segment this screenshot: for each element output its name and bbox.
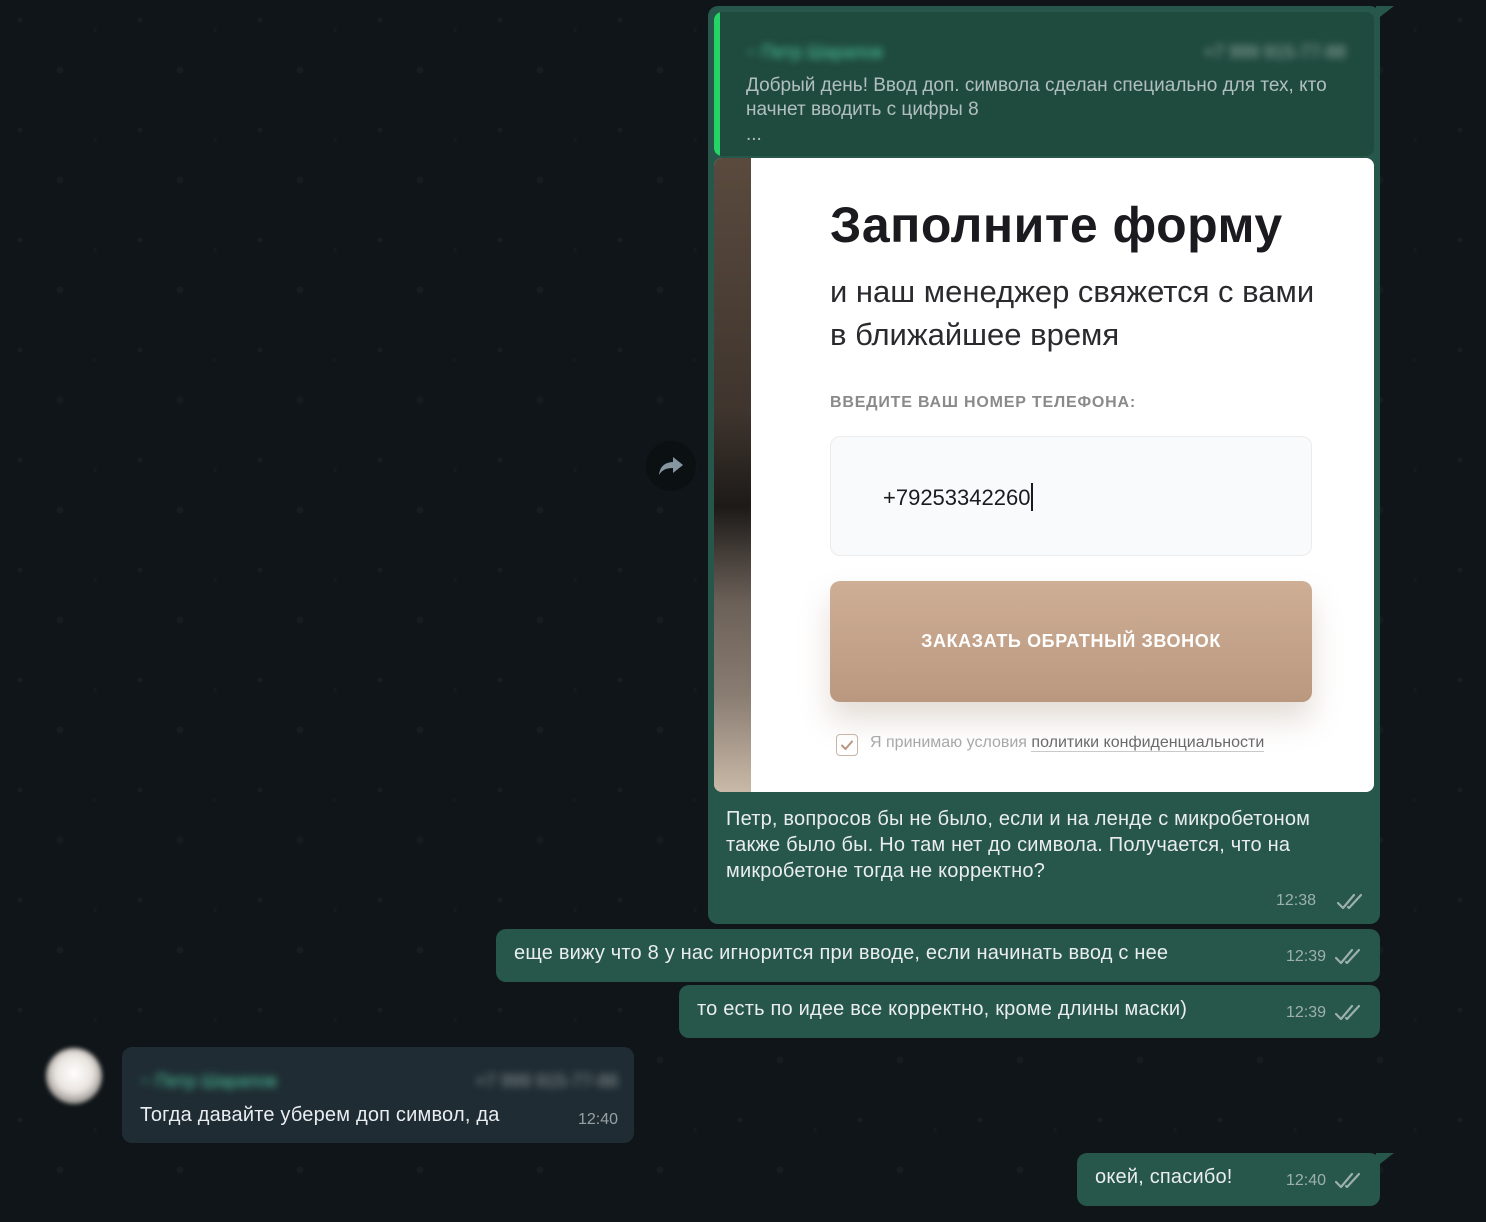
quote-ellipsis: ... <box>746 124 762 145</box>
message-time: 12:38 <box>1275 892 1316 909</box>
message-time: 12:39 <box>1285 948 1326 965</box>
outgoing-message[interactable]: то есть по идее все корректно, кроме дли… <box>679 985 1380 1038</box>
double-check-icon <box>1334 947 1364 967</box>
text-caret <box>1031 483 1034 511</box>
form-title: Заполните форму <box>830 197 1283 253</box>
sender-name[interactable]: ~ Петр Шарапов <box>140 1071 277 1092</box>
quote-accent-bar <box>714 12 720 156</box>
message-text: Тогда давайте уберем доп символ, да <box>140 1104 500 1126</box>
avatar[interactable] <box>46 1048 102 1104</box>
phone-input-value-wrap: +79253342260 <box>883 483 1034 511</box>
message-text: еще вижу что 8 у нас игнорится при вводе… <box>514 942 1169 964</box>
quote-text: Добрый день! Ввод доп. символа сделан сп… <box>746 75 1327 120</box>
phone-input-value: +79253342260 <box>883 485 1031 510</box>
image-photo-strip <box>714 158 751 792</box>
sender-phone: +7 999 915-77-88 <box>475 1071 618 1091</box>
consent-checkbox <box>836 734 858 756</box>
phone-label: ВВЕДИТЕ ВАШ НОМЕР ТЕЛЕФОНА: <box>830 394 1137 411</box>
message-time: 12:40 <box>577 1111 618 1128</box>
forward-arrow-icon <box>659 457 683 475</box>
phone-input: +79253342260 <box>830 436 1312 556</box>
outgoing-message-with-image[interactable]: ~ Петр Шарапов +7 999 915-77-88 Добрый д… <box>708 6 1394 924</box>
double-check-icon <box>1336 892 1366 912</box>
message-text: Петр, вопросов бы не было, если и на лен… <box>726 808 1311 882</box>
consent-text: Я принимаю условия <box>870 734 1027 751</box>
privacy-policy-link: политики конфиденциальности <box>1031 734 1265 752</box>
double-check-icon <box>1334 1003 1364 1023</box>
outgoing-message[interactable]: окей, спасибо! 12:40 <box>1077 1153 1394 1206</box>
incoming-message[interactable]: ~ Петр Шарапов +7 999 915-77-88 Тогда да… <box>122 1047 634 1143</box>
quoted-message[interactable]: ~ Петр Шарапов +7 999 915-77-88 Добрый д… <box>714 12 1374 156</box>
message-time: 12:40 <box>1285 1172 1326 1189</box>
callback-button: ЗАКАЗАТЬ ОБРАТНЫЙ ЗВОНОК <box>830 581 1312 702</box>
quote-phone: +7 999 915-77-88 <box>1203 42 1346 62</box>
message-time: 12:39 <box>1285 1004 1326 1021</box>
double-check-icon <box>1334 1171 1364 1191</box>
outgoing-message[interactable]: еще вижу что 8 у нас игнорится при вводе… <box>496 929 1380 982</box>
message-text: окей, спасибо! <box>1095 1166 1233 1188</box>
check-icon <box>841 740 853 750</box>
form-subtitle: и наш менеджер свяжется с вами в ближайш… <box>830 274 1315 352</box>
attached-image[interactable]: Заполните форму и наш менеджер свяжется … <box>714 158 1374 792</box>
consent-text-wrap: Я принимаю условия политики конфиденциал… <box>870 734 1265 752</box>
quote-author: ~ Петр Шарапов <box>746 42 883 62</box>
message-text: то есть по идее все корректно, кроме дли… <box>697 998 1188 1020</box>
forward-button[interactable] <box>646 441 696 491</box>
